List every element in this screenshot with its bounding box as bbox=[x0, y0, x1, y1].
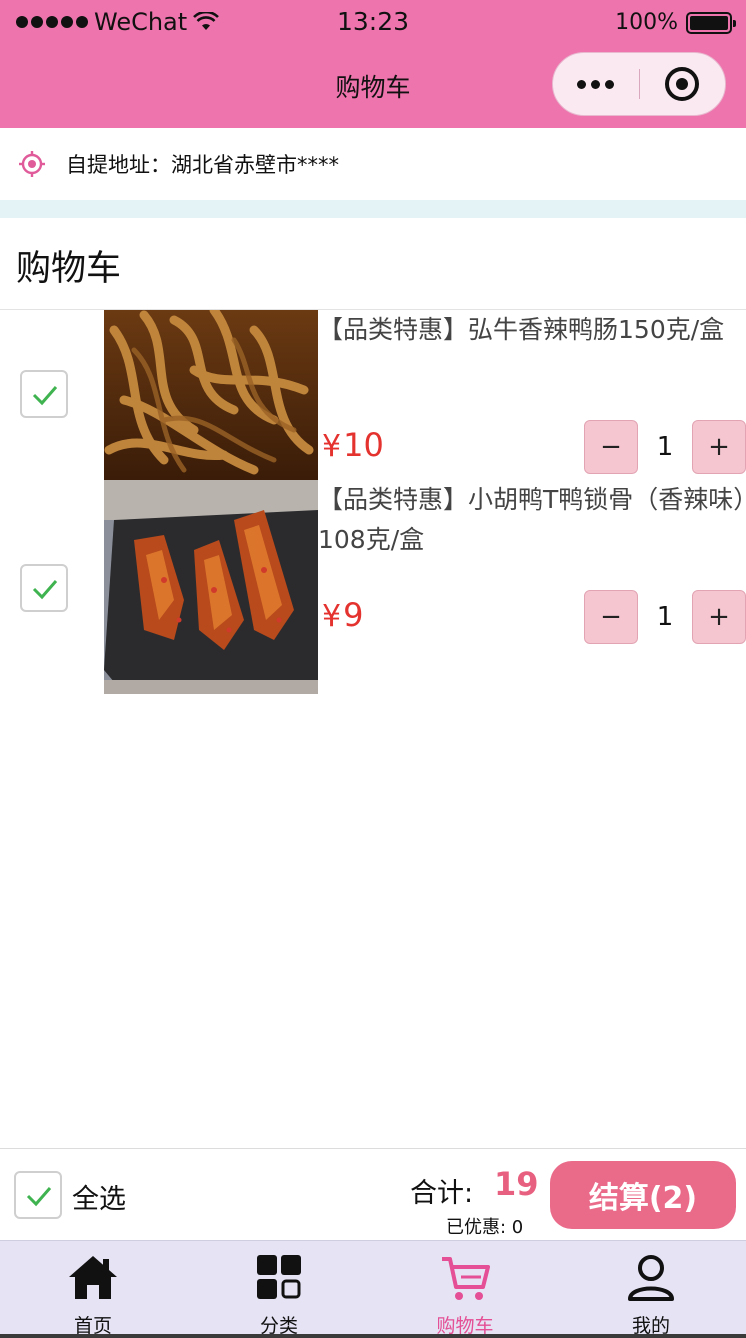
close-mini-program-icon[interactable] bbox=[640, 67, 726, 101]
tab-home[interactable]: 首页 bbox=[0, 1241, 186, 1338]
cart-item: 【品类特惠】小胡鸭T鸭锁骨（香辣味）108克/盒 ¥9 − 1 + bbox=[0, 480, 746, 694]
checkout-button[interactable]: 结算(2) bbox=[550, 1161, 736, 1229]
quantity-value: 1 bbox=[656, 432, 674, 462]
checkout-bar: 全选 合计: 19 已优惠: 0 结算(2) bbox=[0, 1148, 746, 1240]
price-value: 9 bbox=[343, 596, 364, 634]
home-icon bbox=[69, 1256, 117, 1299]
quantity-stepper: − 1 + bbox=[584, 590, 746, 644]
location-target-icon bbox=[19, 151, 45, 177]
user-icon bbox=[628, 1255, 674, 1301]
tab-cart[interactable]: 购物车 bbox=[372, 1241, 558, 1338]
total-value: 19 bbox=[494, 1165, 539, 1203]
decrease-button[interactable]: − bbox=[584, 420, 638, 474]
currency-symbol: ¥ bbox=[322, 599, 342, 634]
more-icon[interactable] bbox=[553, 79, 639, 89]
pickup-address[interactable]: 自提地址：湖北省赤壁市**** bbox=[0, 128, 746, 200]
product-image[interactable] bbox=[104, 310, 318, 480]
decrease-button[interactable]: − bbox=[584, 590, 638, 644]
cart-item: 【品类特惠】弘牛香辣鸭肠150克/盒 ¥10 − 1 + bbox=[0, 310, 746, 480]
tab-category[interactable]: 分类 bbox=[186, 1241, 372, 1338]
battery-icon bbox=[686, 11, 736, 34]
top-bar: WeChat 13:23 100% 购物车 bbox=[0, 0, 746, 128]
product-price: ¥9 bbox=[322, 596, 363, 634]
total-label: 合计: bbox=[410, 1178, 474, 1209]
grid-icon bbox=[257, 1255, 301, 1299]
section-divider bbox=[0, 200, 746, 218]
battery-percent: 100% bbox=[615, 10, 678, 35]
product-price: ¥10 bbox=[322, 426, 384, 464]
status-bar: WeChat 13:23 100% bbox=[0, 0, 746, 44]
mini-program-capsule bbox=[552, 52, 726, 116]
home-indicator bbox=[0, 1334, 746, 1338]
select-all-label[interactable]: 全选 bbox=[72, 1177, 126, 1216]
price-value: 10 bbox=[343, 426, 384, 464]
product-image[interactable] bbox=[104, 480, 318, 694]
increase-button[interactable]: + bbox=[692, 590, 746, 644]
select-all-checkbox[interactable] bbox=[14, 1171, 62, 1219]
currency-symbol: ¥ bbox=[322, 429, 342, 464]
discount-text: 已优惠: 0 bbox=[446, 1217, 524, 1238]
product-name[interactable]: 【品类特惠】小胡鸭T鸭锁骨（香辣味）108克/盒 bbox=[318, 480, 746, 560]
check-icon bbox=[32, 580, 58, 600]
battery: 100% bbox=[615, 10, 736, 35]
tab-bar: 首页 分类 购物车 我的 bbox=[0, 1240, 746, 1338]
increase-button[interactable]: + bbox=[692, 420, 746, 474]
cart-page: WeChat 13:23 100% 购物车 自提地址：湖北省赤壁市**** 购物… bbox=[0, 0, 746, 1338]
quantity-stepper: − 1 + bbox=[584, 420, 746, 474]
check-icon bbox=[26, 1187, 52, 1207]
product-name[interactable]: 【品类特惠】弘牛香辣鸭肠150克/盒 bbox=[318, 310, 746, 350]
item-checkbox[interactable] bbox=[20, 564, 68, 612]
address-text: 自提地址：湖北省赤壁市**** bbox=[66, 153, 339, 177]
cart-icon bbox=[442, 1257, 490, 1300]
check-icon bbox=[32, 386, 58, 406]
item-checkbox[interactable] bbox=[20, 370, 68, 418]
quantity-value: 1 bbox=[656, 602, 674, 632]
tab-profile[interactable]: 我的 bbox=[558, 1241, 744, 1338]
cart-heading: 购物车 bbox=[16, 249, 122, 289]
